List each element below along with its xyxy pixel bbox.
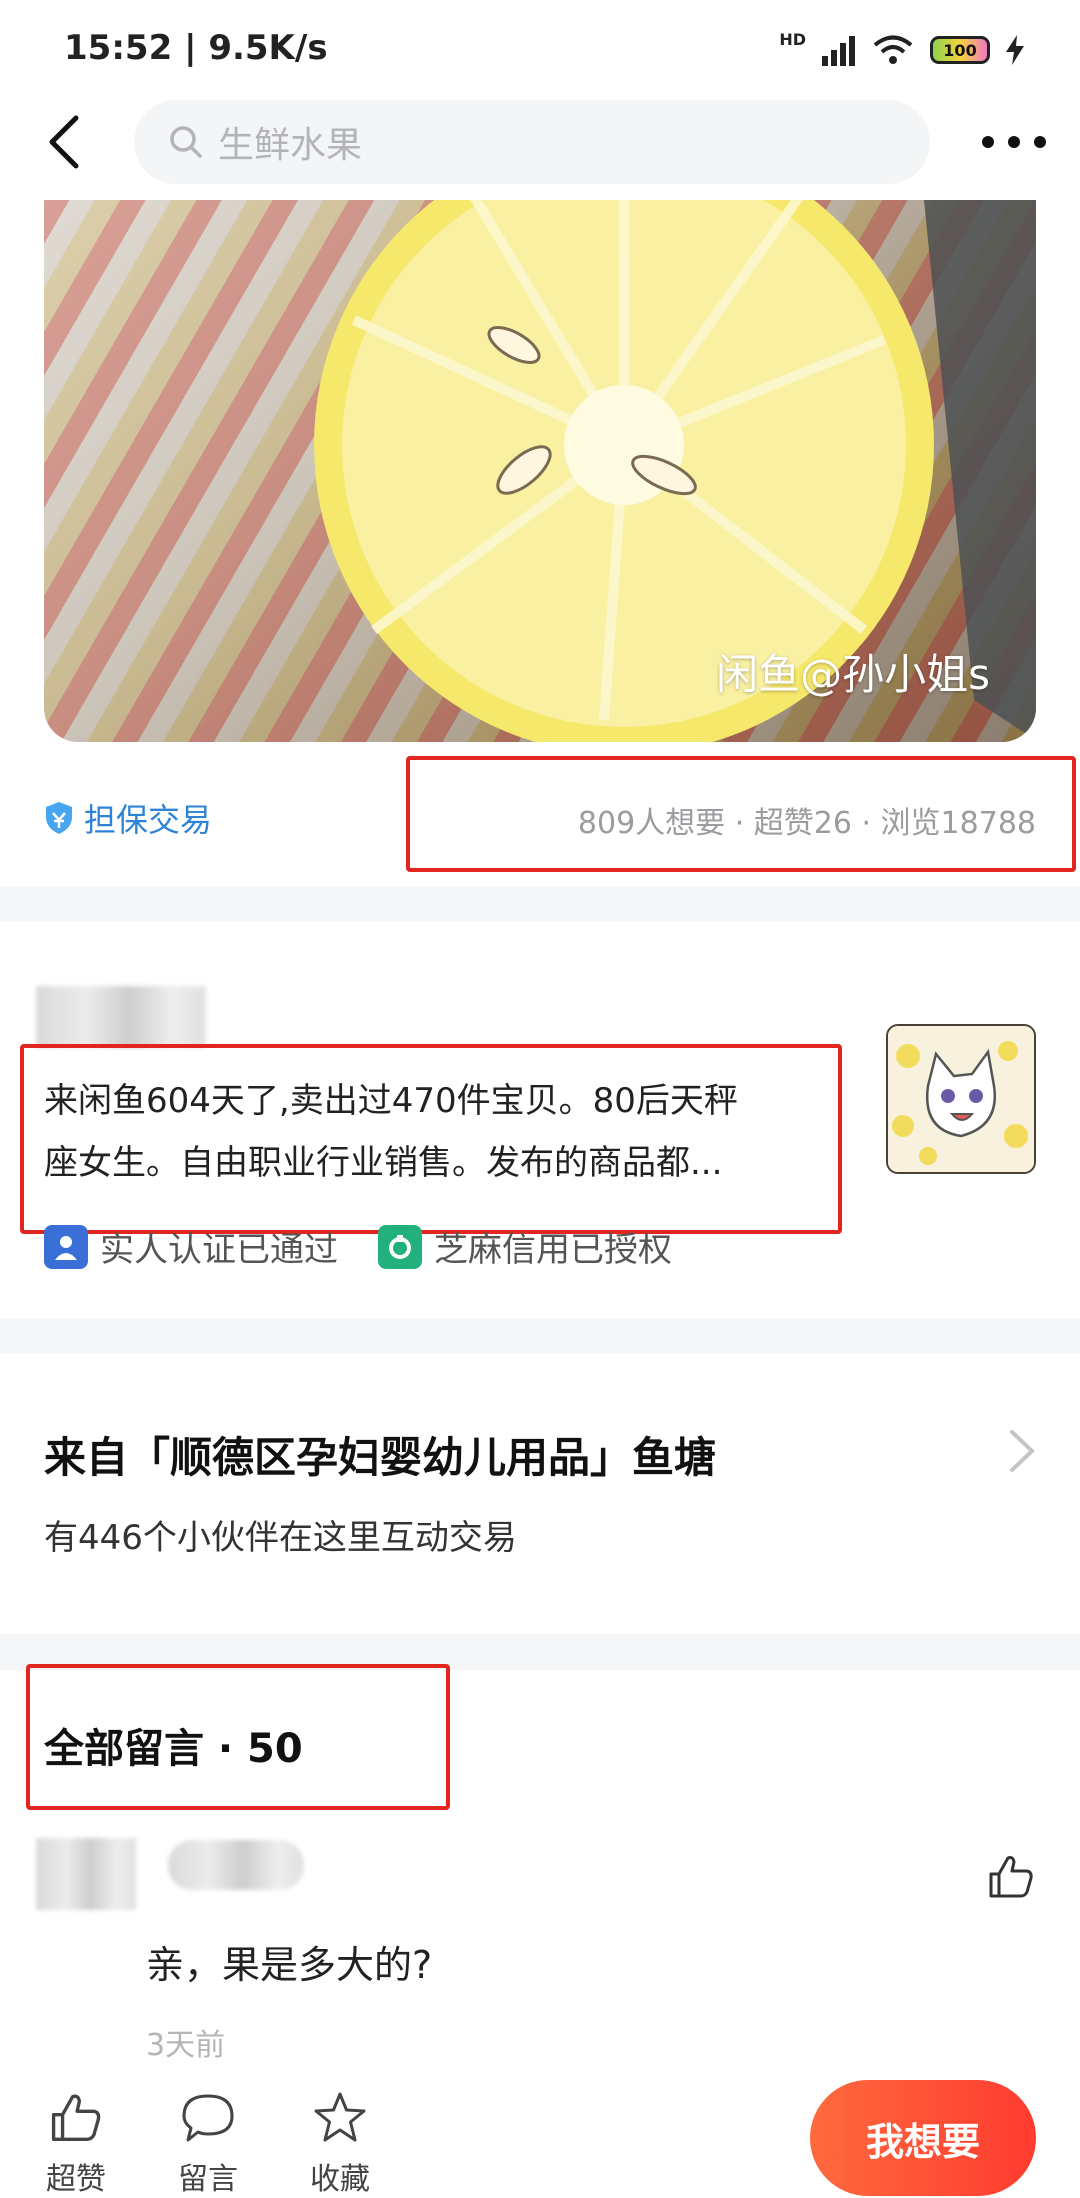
guarantee-badge[interactable]: 担保交易 — [44, 795, 212, 841]
comment-label: 留言 — [178, 2162, 238, 2197]
battery-level: 100 — [943, 40, 977, 60]
search-placeholder: 生鲜水果 — [218, 125, 363, 166]
pond-subtitle: 有446个小伙伴在这里互动交易 — [44, 1518, 517, 1558]
search-icon — [170, 126, 202, 158]
signal-icon — [822, 36, 855, 66]
favorite-label: 收藏 — [310, 2162, 370, 2197]
more-dot-icon — [1008, 136, 1020, 148]
status-time: 15:52 | 9.5K/s — [64, 28, 328, 68]
want-button[interactable]: 我想要 — [810, 2080, 1036, 2196]
search-bar[interactable]: 生鲜水果 — [134, 100, 930, 184]
seller-bio-line-2: 座女生。自由职业行业销售。发布的商品都... — [44, 1143, 723, 1183]
verified-person-badge[interactable]: 实人认证已通过 — [44, 1222, 338, 1271]
battery-icon: 100 — [930, 36, 990, 64]
commenter-name-blurred — [168, 1840, 304, 1890]
comments-title: 全部留言 · 50 — [44, 1726, 303, 1772]
thumbs-up-icon — [51, 2094, 101, 2141]
back-button[interactable] — [38, 112, 98, 172]
seller-badges: 实人认证已通过 芝麻信用已授权 — [44, 1222, 672, 1271]
wifi-icon — [873, 35, 913, 64]
section-divider — [0, 886, 1080, 922]
comment-text: 亲，果是多大的? — [146, 1943, 433, 1987]
photo-watermark: 闲鱼@孙小姐s — [716, 650, 990, 699]
network-type: HD — [779, 30, 806, 49]
like-button[interactable]: 超赞 — [26, 2090, 126, 2198]
cat-cartoon-avatar-icon — [888, 1026, 1034, 1172]
status-bar: 15:52 | 9.5K/s HD 100 — [0, 0, 1080, 100]
thumbs-up-icon[interactable] — [986, 1852, 1036, 1902]
pond-title: 来自「顺德区孕妇婴幼儿用品」鱼塘 — [44, 1433, 717, 1482]
like-label: 超赞 — [46, 2162, 106, 2197]
comment-time: 3天前 — [146, 2028, 226, 2063]
sesame-credit-label: 芝麻信用已授权 — [434, 1230, 672, 1270]
sesame-credit-icon — [378, 1224, 422, 1269]
chat-bubble-icon — [182, 2094, 234, 2142]
seller-bio-line-1: 来闲鱼604天了,卖出过470件宝贝。80后天秤 — [44, 1081, 738, 1121]
seller-name-blurred — [36, 986, 206, 1048]
section-divider — [0, 1318, 1080, 1354]
charging-icon — [1006, 35, 1024, 65]
pond-row[interactable] — [0, 1354, 1080, 1634]
verified-person-label: 实人认证已通过 — [100, 1230, 338, 1270]
status-icons: HD 100 — [779, 30, 1024, 70]
shield-icon — [46, 802, 72, 834]
star-icon — [314, 2092, 366, 2142]
seller-avatar[interactable] — [886, 1024, 1036, 1174]
verified-person-icon — [44, 1224, 88, 1269]
more-dot-icon — [1034, 136, 1046, 148]
more-menu-button[interactable] — [982, 122, 1046, 162]
guarantee-label: 担保交易 — [84, 801, 213, 839]
chevron-left-icon — [49, 115, 79, 169]
more-dot-icon — [982, 136, 994, 148]
chevron-right-icon — [1010, 1430, 1035, 1472]
seller-bio: 来闲鱼604天了,卖出过470件宝贝。80后天秤 座女生。自由职业行业销售。发布… — [44, 1070, 824, 1194]
product-photo[interactable]: 闲鱼@孙小姐s — [44, 200, 1036, 742]
favorite-button[interactable]: 收藏 — [290, 2090, 390, 2198]
commenter-avatar-blurred — [36, 1838, 136, 1910]
sesame-credit-badge[interactable]: 芝麻信用已授权 — [378, 1222, 672, 1271]
product-stats: 809人想要 · 超赞26 · 浏览18788 — [577, 806, 1036, 841]
comment-button[interactable]: 留言 — [158, 2090, 258, 2198]
